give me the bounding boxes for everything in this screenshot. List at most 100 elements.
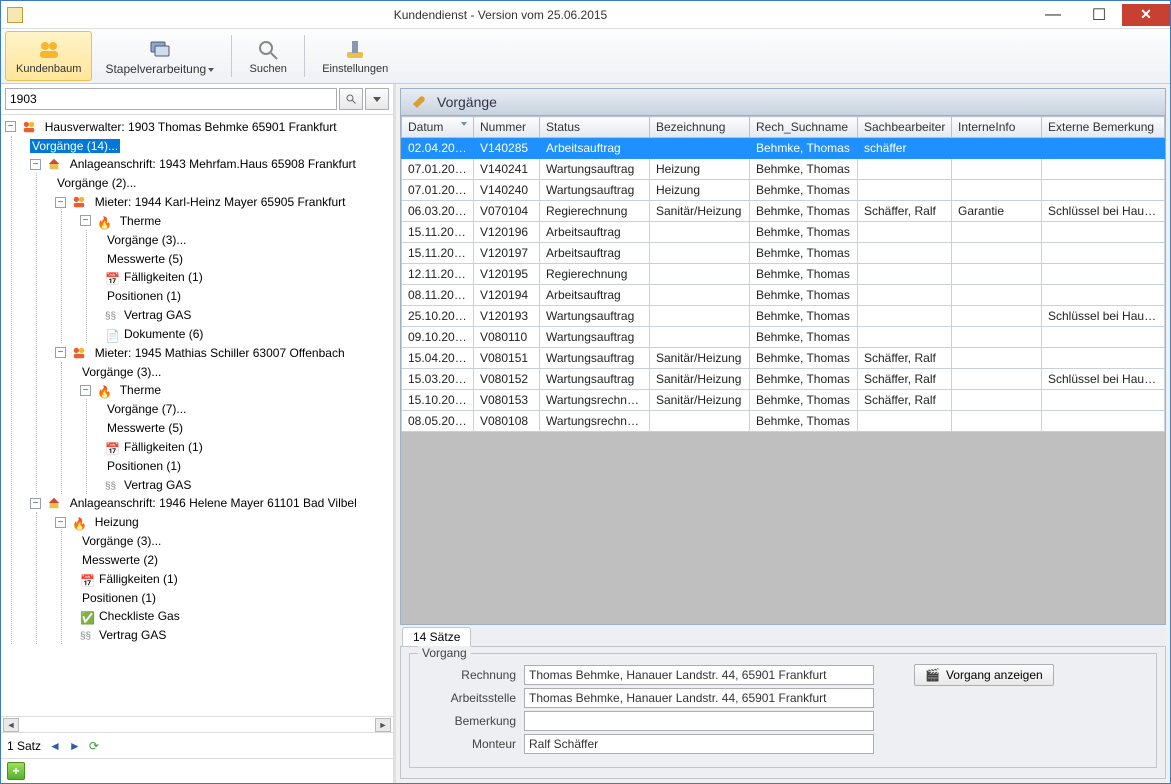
cell-status[interactable]: Wartungsauftrag	[540, 306, 650, 327]
cell-ext[interactable]: Schlüssel bei Hausmeister abholen	[1042, 201, 1165, 222]
tree-toggle[interactable]: −	[55, 517, 66, 528]
cell-sach[interactable]	[858, 180, 952, 201]
cell-status[interactable]: Arbeitsauftrag	[540, 138, 650, 159]
search-input[interactable]	[5, 88, 337, 110]
cell-datum[interactable]: 15.11.2012	[402, 243, 474, 264]
cell-nummer[interactable]: V140241	[474, 159, 540, 180]
cell-ext[interactable]: Schlüssel bei Hausmeister abholen	[1042, 306, 1165, 327]
tree-item[interactable]: Fälligkeiten (1)	[122, 440, 205, 454]
cell-rech[interactable]: Behmke, Thomas	[750, 159, 858, 180]
cell-nummer[interactable]: V080153	[474, 390, 540, 411]
cell-ext[interactable]	[1042, 285, 1165, 306]
cell-nummer[interactable]: V120195	[474, 264, 540, 285]
cell-rech[interactable]: Behmke, Thomas	[750, 327, 858, 348]
cell-bez[interactable]	[650, 327, 750, 348]
cell-sach[interactable]: Schäffer, Ralf	[858, 369, 952, 390]
cell-rech[interactable]: Behmke, Thomas	[750, 180, 858, 201]
tree-toggle[interactable]: −	[30, 159, 41, 170]
cell-datum[interactable]: 15.10.2009	[402, 390, 474, 411]
cell-status[interactable]: Wartungsauftrag	[540, 159, 650, 180]
cell-intern[interactable]	[952, 159, 1042, 180]
cell-datum[interactable]: 07.01.2015	[402, 159, 474, 180]
cell-sach[interactable]	[858, 264, 952, 285]
cell-nummer[interactable]: V120197	[474, 243, 540, 264]
table-row[interactable]: 07.01.2015V140240WartungsauftragHeizungB…	[402, 180, 1165, 201]
cell-bez[interactable]	[650, 222, 750, 243]
table-row[interactable]: 15.11.2012V120196ArbeitsauftragBehmke, T…	[402, 222, 1165, 243]
tree-item[interactable]: Messwerte (2)	[80, 553, 160, 567]
cell-ext[interactable]: Schlüssel bei Hausmeister abholen	[1042, 369, 1165, 390]
cell-nummer[interactable]: V140285	[474, 138, 540, 159]
tree-toggle[interactable]: −	[80, 385, 91, 396]
tree-item[interactable]: Positionen (1)	[105, 289, 183, 303]
cell-bez[interactable]	[650, 264, 750, 285]
cell-intern[interactable]	[952, 264, 1042, 285]
maximize-button[interactable]: ☐	[1076, 4, 1122, 26]
tree-vorgaenge-root[interactable]: Vorgänge (14)...	[30, 139, 120, 153]
cell-intern[interactable]	[952, 222, 1042, 243]
cell-status[interactable]: Wartungsauftrag	[540, 369, 650, 390]
tree-heizung[interactable]: Heizung	[93, 515, 141, 529]
table-row[interactable]: 02.04.2015V140285ArbeitsauftragBehmke, T…	[402, 138, 1165, 159]
tree-item[interactable]: Vorgänge (3)...	[105, 233, 188, 247]
tree-item[interactable]: Vertrag GAS	[122, 308, 193, 322]
tree-item[interactable]: Positionen (1)	[105, 459, 183, 473]
cell-datum[interactable]: 12.11.2012	[402, 264, 474, 285]
tree-hausverwalter[interactable]: Hausverwalter: 1903 Thomas Behmke 65901 …	[43, 120, 339, 134]
cell-bez[interactable]	[650, 411, 750, 432]
cell-sach[interactable]: Schäffer, Ralf	[858, 348, 952, 369]
tree-item[interactable]: Fälligkeiten (1)	[122, 270, 205, 284]
col-bezeichnung[interactable]: Bezeichnung	[650, 117, 750, 138]
col-sach[interactable]: Sachbearbeiter	[858, 117, 952, 138]
data-grid[interactable]: Datum Nummer Status Bezeichnung Rech_Suc…	[400, 116, 1166, 625]
cell-intern[interactable]	[952, 306, 1042, 327]
col-nummer[interactable]: Nummer	[474, 117, 540, 138]
cell-datum[interactable]: 02.04.2015	[402, 138, 474, 159]
show-vorgang-button[interactable]: 🎬 Vorgang anzeigen	[914, 664, 1054, 686]
tree-therme[interactable]: Therme	[118, 383, 163, 397]
tree-item[interactable]: Vertrag GAS	[122, 478, 193, 492]
tree-mieter-1[interactable]: Mieter: 1944 Karl-Heinz Mayer 65905 Fran…	[93, 195, 348, 209]
tree-item[interactable]: Vorgänge (2)...	[55, 176, 138, 190]
cell-sach[interactable]	[858, 159, 952, 180]
cell-ext[interactable]	[1042, 411, 1165, 432]
input-monteur[interactable]	[524, 734, 874, 754]
cell-rech[interactable]: Behmke, Thomas	[750, 264, 858, 285]
tree-toggle[interactable]: −	[30, 498, 41, 509]
cell-intern[interactable]	[952, 138, 1042, 159]
cell-bez[interactable]	[650, 306, 750, 327]
cell-ext[interactable]	[1042, 222, 1165, 243]
cell-status[interactable]: Arbeitsauftrag	[540, 243, 650, 264]
cell-intern[interactable]	[952, 348, 1042, 369]
cell-sach[interactable]	[858, 411, 952, 432]
tree-anlage-1[interactable]: Anlageanschrift: 1943 Mehrfam.Haus 65908…	[68, 157, 358, 171]
cell-datum[interactable]: 09.10.2012	[402, 327, 474, 348]
toolbar-kundenbaum[interactable]: Kundenbaum	[5, 31, 92, 81]
tab-count[interactable]: 14 Sätze	[402, 627, 471, 646]
cell-status[interactable]: Arbeitsauftrag	[540, 222, 650, 243]
tree-item[interactable]: Vorgänge (3)...	[80, 365, 163, 379]
cell-sach[interactable]	[858, 327, 952, 348]
nav-prev[interactable]: ◄	[49, 739, 61, 753]
cell-intern[interactable]	[952, 285, 1042, 306]
table-row[interactable]: 15.11.2012V120197ArbeitsauftragBehmke, T…	[402, 243, 1165, 264]
close-button[interactable]: ✕	[1122, 4, 1170, 26]
cell-bez[interactable]: Sanitär/Heizung	[650, 348, 750, 369]
cell-sach[interactable]	[858, 222, 952, 243]
cell-status[interactable]: Wartungsauftrag	[540, 327, 650, 348]
cell-datum[interactable]: 07.01.2015	[402, 180, 474, 201]
cell-ext[interactable]	[1042, 180, 1165, 201]
minimize-button[interactable]: —	[1030, 4, 1076, 26]
cell-status[interactable]: Wartungsauftrag	[540, 180, 650, 201]
cell-nummer[interactable]: V070104	[474, 201, 540, 222]
nav-next[interactable]: ►	[69, 739, 81, 753]
cell-ext[interactable]	[1042, 327, 1165, 348]
cell-datum[interactable]: 15.11.2012	[402, 222, 474, 243]
tree-item[interactable]: Checkliste Gas	[97, 609, 182, 623]
add-button[interactable]: +	[7, 762, 25, 780]
cell-datum[interactable]: 25.10.2012	[402, 306, 474, 327]
cell-sach[interactable]	[858, 285, 952, 306]
cell-status[interactable]: Arbeitsauftrag	[540, 285, 650, 306]
search-button[interactable]	[339, 88, 363, 110]
tree-therme[interactable]: Therme	[118, 214, 163, 228]
